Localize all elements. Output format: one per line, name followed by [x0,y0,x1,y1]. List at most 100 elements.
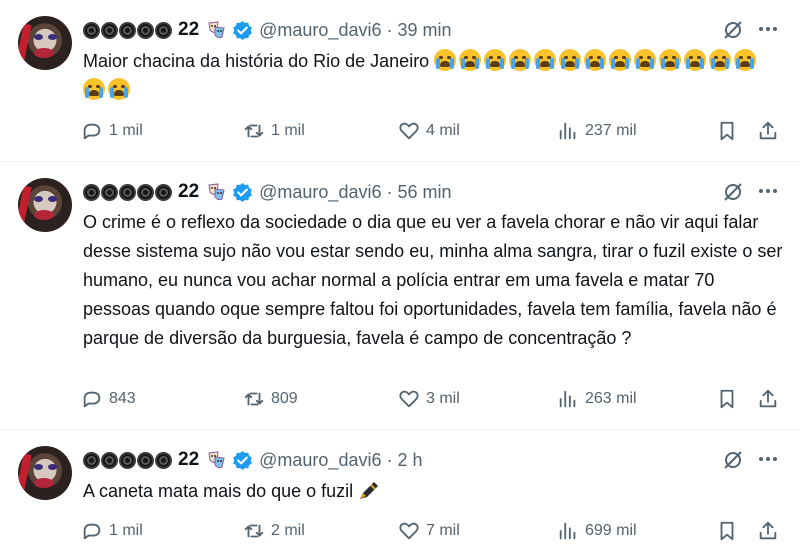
action-bar: 1 mil 2 mil 7 mil 699 mil [0,516,800,546]
views-bar-chart-icon [559,122,576,140]
grok-icon[interactable] [722,19,744,41]
views-button[interactable]: 237 mil [557,116,637,146]
bookmark-button[interactable] [716,516,738,546]
more-icon[interactable] [757,180,779,202]
tweet[interactable]: 22 @mauro_davi6 · 2 h A caneta mata mais… [0,430,800,560]
avatar[interactable] [18,178,72,232]
share-button[interactable] [757,516,779,546]
performing-arts-mask-icon [208,21,225,39]
verified-badge-icon[interactable] [232,20,253,41]
avatar[interactable] [18,446,72,500]
black-circle-icon [119,183,136,201]
black-circle-icon [119,21,136,39]
verified-badge-icon[interactable] [232,182,253,203]
loudly-crying-face-emoji [659,49,682,71]
heart-icon [399,390,419,408]
tweet[interactable]: 22 @mauro_davi6 · 56 min O crime é o ref… [0,162,800,430]
black-circle-icon [101,451,118,469]
more-icon[interactable] [757,448,779,470]
timestamp[interactable]: 39 min [397,20,451,41]
timestamp[interactable]: 56 min [397,182,451,203]
reply-button[interactable]: 1 mil [81,516,143,546]
reply-button[interactable]: 1 mil [81,116,143,146]
reply-icon [83,523,101,540]
black-circle-icon [137,451,154,469]
display-name[interactable]: 22 [178,449,199,471]
loudly-crying-face-emoji [584,49,607,71]
share-icon [759,389,777,408]
timestamp[interactable]: 2 h [397,450,422,471]
bookmark-button[interactable] [716,384,738,414]
loudly-crying-face-emoji [459,49,482,71]
handle[interactable]: @mauro_davi6 [259,182,381,203]
reply-count: 1 mil [109,522,143,539]
reply-button[interactable]: 843 [81,384,136,414]
like-button[interactable]: 7 mil [398,516,460,546]
reply-count: 1 mil [109,122,143,139]
black-circle-icon [137,21,154,39]
fountain-pen-emoji [360,482,379,499]
heart-icon [399,522,419,540]
views-bar-chart-icon [559,390,576,408]
bookmark-button[interactable] [716,116,738,146]
like-button[interactable]: 4 mil [398,116,460,146]
share-button[interactable] [757,384,779,414]
performing-arts-mask-icon [208,451,225,469]
tweet-header: 22 @mauro_davi6 · 56 min [83,179,452,205]
heart-icon [399,122,419,140]
views-bar-chart-icon [559,522,576,540]
views-button[interactable]: 263 mil [557,384,637,414]
action-bar: 843 809 3 mil 263 mil [0,384,800,414]
retweet-button[interactable]: 1 mil [243,116,305,146]
tweet-header: 22 @mauro_davi6 · 39 min [83,17,452,43]
tweet-text: O crime é o reflexo da sociedade o dia q… [83,208,783,353]
reply-icon [83,123,101,140]
loudly-crying-face-emoji [484,49,507,71]
verified-badge-icon[interactable] [232,450,253,471]
separator-dot: · [386,449,393,470]
loudly-crying-face-emoji [684,49,707,71]
black-circle-icon [137,183,154,201]
loudly-crying-face-emoji [634,49,657,71]
loudly-crying-face-emoji [709,49,732,71]
retweet-count: 809 [271,390,298,407]
black-circle-icon [155,451,172,469]
display-name[interactable]: 22 [178,19,199,41]
share-icon [759,521,777,540]
handle[interactable]: @mauro_davi6 [259,450,381,471]
black-circle-icon [155,21,172,39]
action-bar: 1 mil 1 mil 4 mil 237 mil [0,116,800,146]
views-button[interactable]: 699 mil [557,516,637,546]
grok-icon[interactable] [722,449,744,471]
like-button[interactable]: 3 mil [398,384,460,414]
reply-icon [83,391,101,408]
display-name-emoji [83,21,172,39]
share-button[interactable] [757,116,779,146]
tweet[interactable]: 22 @mauro_davi6 · 39 min Maior chacina d… [0,0,800,162]
tweet-text: Maior chacina da história do Rio de Jane… [83,47,783,105]
views-count: 237 mil [585,122,637,139]
views-count: 263 mil [585,390,637,407]
tweet-body: O crime é o reflexo da sociedade o dia q… [83,212,783,348]
tweet-body: A caneta mata mais do que o fuzil [83,481,354,501]
reply-count: 843 [109,390,136,407]
black-circle-icon [83,451,100,469]
retweet-button[interactable]: 809 [243,384,298,414]
loudly-crying-face-emoji [509,49,532,71]
black-circle-icon [83,183,100,201]
retweet-button[interactable]: 2 mil [243,516,305,546]
display-name[interactable]: 22 [178,181,199,203]
tweet-body: Maior chacina da história do Rio de Jane… [83,51,430,71]
separator-dot: · [386,181,393,202]
loudly-crying-face-emoji [83,78,105,100]
black-circle-icon [119,451,136,469]
grok-icon[interactable] [722,181,744,203]
more-icon[interactable] [757,18,779,40]
avatar[interactable] [18,16,72,70]
bookmark-icon [720,389,734,409]
black-circle-icon [155,183,172,201]
like-count: 7 mil [426,522,460,539]
handle[interactable]: @mauro_davi6 [259,20,381,41]
retweet-icon [244,524,264,538]
loudly-crying-face-emoji [534,49,557,71]
